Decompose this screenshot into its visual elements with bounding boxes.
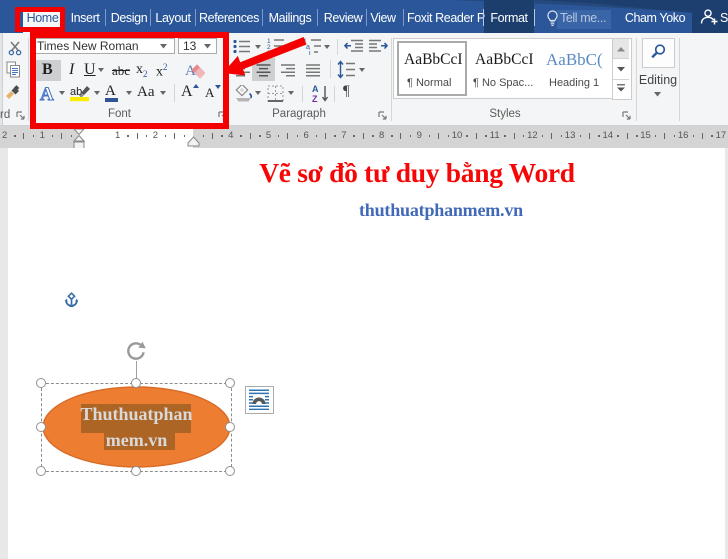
svg-text:Z: Z <box>312 94 318 103</box>
svg-text:A: A <box>312 84 319 94</box>
